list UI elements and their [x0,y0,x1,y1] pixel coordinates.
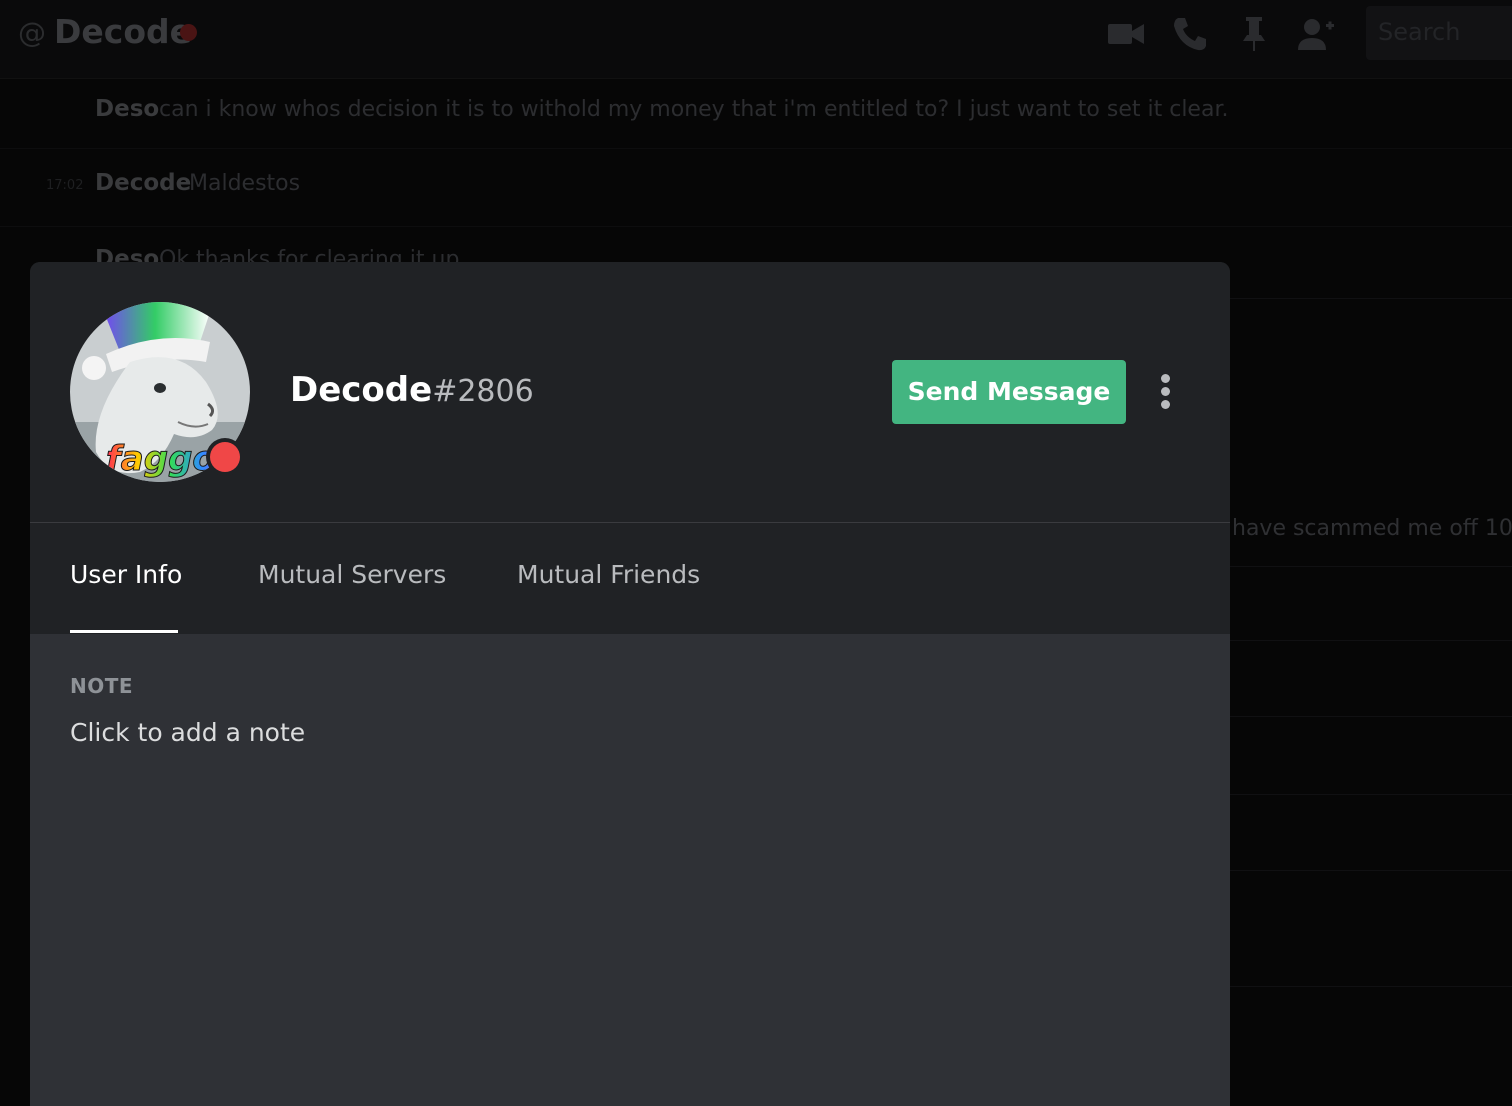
discord-window: @ Decode Search Deso can i know whos dec… [0,0,1512,1106]
tab-mutual-servers[interactable]: Mutual Servers [258,560,446,589]
pin-icon[interactable] [1234,14,1274,54]
status-dnd-indicator [206,438,244,476]
channel-title: Decode [54,12,193,51]
divider [1230,716,1512,717]
message-row: 17:02 Decode Maldestos [0,150,1512,227]
username: Decode [290,370,433,410]
more-options-icon[interactable] [1152,372,1180,412]
note-label: NOTE [70,674,134,698]
at-icon: @ [18,16,46,49]
message-text: Maldestos [189,171,301,196]
discriminator: #2806 [432,374,534,409]
user-info-panel: NOTE Click to add a note [30,634,1230,1106]
message-author: Deso [95,96,160,122]
message-author: Decode [95,170,192,196]
message-text: can i know whos decision it is to withol… [159,97,1229,122]
channel-header: @ Decode Search [0,0,1512,79]
note-input[interactable]: Click to add a note [70,718,305,747]
divider [1230,566,1512,567]
status-dnd-icon [180,24,197,41]
user-profile-modal: faggot Decode#2806 Send Message User Inf… [30,262,1230,1106]
divider [1230,298,1512,299]
send-message-button[interactable]: Send Message [892,360,1126,424]
message-row: Deso can i know whos decision it is to w… [0,80,1512,149]
divider [1230,870,1512,871]
video-call-icon[interactable] [1106,14,1146,54]
profile-name: Decode#2806 [290,370,534,410]
active-tab-indicator [70,630,178,633]
profile-header: faggot Decode#2806 Send Message [30,262,1230,523]
divider [1230,640,1512,641]
tab-mutual-friends[interactable]: Mutual Friends [517,560,700,589]
search-placeholder: Search [1378,18,1461,46]
message-timestamp: 17:02 [46,178,84,193]
add-member-icon[interactable] [1296,14,1336,54]
voice-call-icon[interactable] [1170,14,1210,54]
divider [1230,986,1512,987]
tab-user-info[interactable]: User Info [70,560,182,589]
divider [1230,794,1512,795]
search-input[interactable]: Search [1366,6,1512,60]
message-text-partial: have scammed me off 100m [1232,516,1512,541]
